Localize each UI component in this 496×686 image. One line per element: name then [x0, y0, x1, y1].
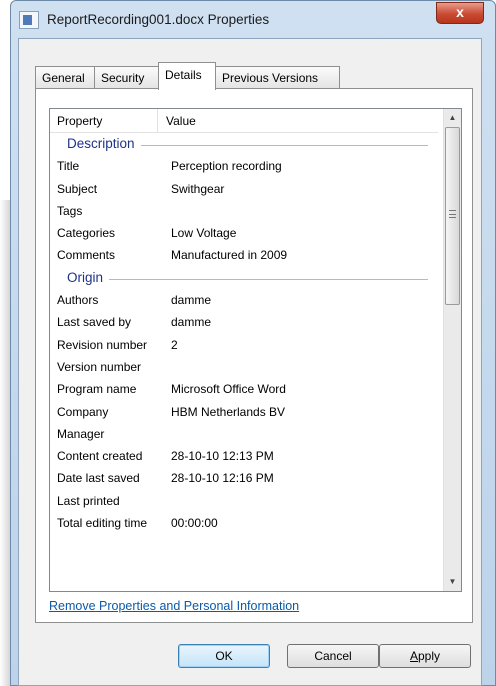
property-name: Subject — [57, 181, 98, 196]
list-item[interactable]: Version number — [50, 356, 438, 378]
apply-label-rest: pply — [418, 649, 441, 663]
property-value: 28-10-10 12:16 PM — [171, 471, 274, 486]
property-name: Content created — [57, 449, 143, 464]
property-value: Low Voltage — [171, 226, 237, 241]
property-name: Program name — [57, 382, 137, 397]
tab-general[interactable]: General — [35, 66, 95, 89]
column-header-property[interactable]: Property — [57, 114, 102, 128]
list-item[interactable]: Last saved by damme — [50, 311, 438, 333]
remove-properties-link[interactable]: Remove Properties and Personal Informati… — [49, 599, 299, 613]
list-item[interactable]: Comments Manufactured in 2009 — [50, 244, 438, 266]
vertical-scrollbar[interactable]: ▲ ▼ — [443, 109, 461, 591]
property-name: Last saved by — [57, 315, 132, 330]
property-value: damme — [171, 293, 212, 308]
column-separator[interactable] — [157, 109, 158, 133]
list-item[interactable]: Categories Low Voltage — [50, 222, 438, 244]
property-name: Categories — [57, 226, 116, 241]
column-header-value[interactable]: Value — [166, 114, 196, 128]
group-label: Description — [67, 136, 141, 151]
list-item[interactable]: Title Perception recording — [50, 155, 438, 177]
list-item[interactable]: Date last saved 28-10-10 12:16 PM — [50, 467, 438, 489]
list-rows: Description Title Perception recording Su… — [50, 133, 438, 534]
property-value: Microsoft Office Word — [171, 382, 286, 397]
scroll-down-arrow-icon[interactable]: ▼ — [444, 573, 461, 590]
property-name: Tags — [57, 203, 83, 218]
property-name: Title — [57, 159, 80, 174]
close-button[interactable]: x — [436, 2, 484, 24]
list-item[interactable]: Tags — [50, 200, 438, 222]
property-value: HBM Netherlands BV — [171, 404, 286, 419]
list-item[interactable]: Manager — [50, 423, 438, 445]
property-name: Authors — [57, 293, 99, 308]
list-item[interactable]: Revision number 2 — [50, 334, 438, 356]
property-name: Date last saved — [57, 471, 140, 486]
group-description: Description — [50, 133, 438, 155]
property-value: Swithgear — [171, 181, 225, 196]
scrollbar-thumb[interactable] — [445, 127, 460, 305]
scroll-up-arrow-icon[interactable]: ▲ — [444, 109, 461, 126]
group-label: Origin — [67, 269, 110, 285]
property-name: Manager — [57, 426, 105, 441]
list-item[interactable]: Total editing time 00:00:00 — [50, 512, 438, 534]
list-item[interactable]: Company HBM Netherlands BV — [50, 401, 438, 423]
list-item[interactable]: Program name Microsoft Office Word — [50, 378, 438, 400]
title-bar[interactable]: ReportRecording001.docx Properties x — [11, 1, 495, 39]
property-value: 28-10-10 12:13 PM — [171, 449, 274, 464]
grip-icon — [449, 210, 456, 218]
list-item[interactable]: Authors damme — [50, 289, 438, 311]
dialog-client-area: General Security Details Previous Versio… — [18, 38, 482, 686]
group-divider — [67, 278, 428, 280]
ok-button[interactable]: OK — [178, 644, 270, 668]
apply-mnemonic: A — [409, 649, 418, 663]
list-item[interactable]: Last printed — [50, 490, 438, 512]
property-name: Company — [57, 404, 109, 419]
property-name: Revision number — [57, 337, 148, 352]
document-properties-icon — [19, 11, 39, 29]
group-origin: Origin — [50, 267, 438, 289]
list-item[interactable]: Content created 28-10-10 12:13 PM — [50, 445, 438, 467]
properties-list[interactable]: Property Value Description Title Percepti… — [49, 108, 462, 592]
background-edge — [0, 200, 10, 686]
property-value: 2 — [171, 337, 178, 352]
tab-security[interactable]: Security — [94, 66, 159, 89]
apply-button[interactable]: Apply — [379, 644, 471, 668]
cancel-button[interactable]: Cancel — [287, 644, 379, 668]
property-name: Version number — [57, 359, 142, 374]
property-value: 00:00:00 — [171, 516, 218, 531]
property-value: Manufactured in 2009 — [171, 248, 288, 263]
property-name: Comments — [57, 248, 116, 263]
property-name: Last printed — [57, 493, 120, 508]
property-value: damme — [171, 315, 212, 330]
property-name: Total editing time — [57, 516, 148, 531]
tab-details[interactable]: Details — [158, 62, 216, 90]
window-title: ReportRecording001.docx Properties — [47, 12, 270, 27]
property-value: Perception recording — [171, 159, 282, 174]
list-item[interactable]: Subject Swithgear — [50, 178, 438, 200]
list-header: Property Value — [50, 109, 438, 133]
tab-previous-versions[interactable]: Previous Versions — [215, 66, 340, 89]
details-tab-panel: Property Value Description Title Percepti… — [35, 88, 473, 623]
